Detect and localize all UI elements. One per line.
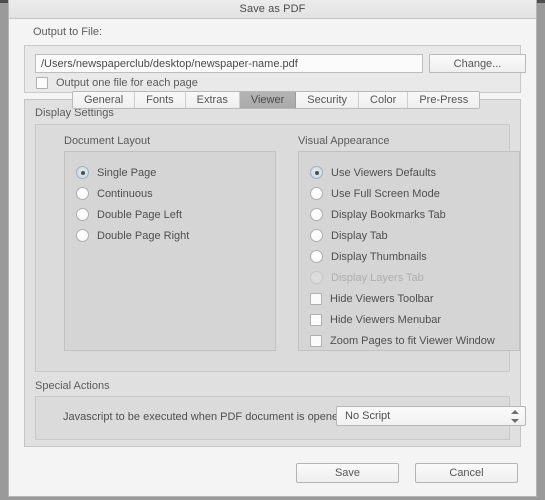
radio-continuous[interactable] [76,187,89,200]
radio-label-double-page-right: Double Page Right [97,229,190,242]
checkbox-label-zoom-pages-to-fit: Zoom Pages to fit Viewer Window [330,334,495,347]
output-section: Output to File: Change... Output one fil… [9,20,536,93]
javascript-on-open-value: No Script [345,410,391,422]
checkbox-row-hide-viewers-menubar[interactable]: Hide Viewers Menubar [310,309,495,330]
save-as-pdf-window: Save as PDF Output to File: Change... Ou… [0,0,545,500]
document-layout-group: Single Page Continuous Double Page Left [64,151,276,351]
radio-row-continuous[interactable]: Continuous [76,183,189,204]
special-actions-box: Javascript to be executed when PDF docum… [35,396,526,440]
tab-extras[interactable]: Extras [185,92,240,108]
window-title: Save as PDF [239,3,306,15]
save-button[interactable]: Save [296,463,399,483]
radio-row-display-tab[interactable]: Display Tab [310,225,495,246]
cancel-button[interactable]: Cancel [415,463,518,483]
radio-row-double-page-left[interactable]: Double Page Left [76,204,189,225]
checkbox-label-hide-viewers-toolbar: Hide Viewers Toolbar [330,292,434,305]
document-layout-options: Single Page Continuous Double Page Left [76,162,189,246]
chevron-up-icon [510,410,519,414]
radio-row-single-page[interactable]: Single Page [76,162,189,183]
output-file-box: Change... Output one file for each page [24,45,526,93]
one-file-per-page-checkbox[interactable] [36,77,48,89]
dialog-footer: Save Cancel [9,452,536,496]
checkbox-hide-viewers-toolbar[interactable] [310,292,322,305]
viewer-tab-panel: Display Settings Document Layout Single … [24,99,526,447]
radio-row-use-full-screen-mode[interactable]: Use Full Screen Mode [310,183,495,204]
stepper-arrows-icon[interactable] [510,410,519,423]
tab-fonts[interactable]: Fonts [135,92,186,108]
radio-row-display-layers-tab: Display Layers Tab [310,267,495,288]
visual-appearance-options: Use Viewers Defaults Use Full Screen Mod… [310,162,495,351]
chevron-down-icon [510,419,519,423]
checkbox-row-zoom-pages-to-fit[interactable]: Zoom Pages to fit Viewer Window [310,330,495,351]
radio-label-display-layers-tab: Display Layers Tab [331,271,424,284]
radio-display-bookmarks-tab[interactable] [310,208,323,221]
document-layout-title: Document Layout [64,135,151,147]
window-inner: Save as PDF Output to File: Change... Ou… [8,0,537,497]
radio-row-use-viewers-defaults[interactable]: Use Viewers Defaults [310,162,495,183]
tab-bar[interactable]: General Fonts Extras Viewer Security Col… [72,91,481,109]
radio-row-display-thumbnails[interactable]: Display Thumbnails [310,246,495,267]
radio-single-page[interactable] [76,166,89,179]
one-file-per-page-label: Output one file for each page [56,77,198,89]
checkbox-label-hide-viewers-menubar: Hide Viewers Menubar [330,313,442,326]
output-to-file-label: Output to File: [33,26,103,38]
tab-security[interactable]: Security [296,92,360,108]
radio-label-display-tab: Display Tab [331,229,388,242]
checkbox-hide-viewers-menubar[interactable] [310,313,322,326]
radio-use-full-screen-mode[interactable] [310,187,323,200]
output-path-input[interactable] [35,54,423,73]
radio-label-double-page-left: Double Page Left [97,208,183,221]
checkbox-zoom-pages-to-fit[interactable] [310,334,322,347]
javascript-on-open-select[interactable]: No Script [336,406,526,426]
visual-appearance-group: Use Viewers Defaults Use Full Screen Mod… [298,151,520,351]
checkbox-row-hide-viewers-toolbar[interactable]: Hide Viewers Toolbar [310,288,495,309]
tab-color[interactable]: Color [359,92,409,108]
tab-pre-press[interactable]: Pre-Press [408,92,480,108]
radio-use-viewers-defaults[interactable] [310,166,323,179]
radio-row-double-page-right[interactable]: Double Page Right [76,225,189,246]
radio-label-display-thumbnails: Display Thumbnails [331,250,427,263]
change-button[interactable]: Change... [429,54,526,73]
radio-display-tab[interactable] [310,229,323,242]
display-settings-box: Document Layout Single Page Continuous D… [35,124,520,372]
radio-display-thumbnails[interactable] [310,250,323,263]
tab-general[interactable]: General [73,92,136,108]
radio-label-use-viewers-defaults: Use Viewers Defaults [331,166,436,179]
javascript-on-open-label: Javascript to be executed when PDF docum… [63,411,348,423]
special-actions-label: Special Actions [35,380,110,392]
visual-appearance-title: Visual Appearance [298,135,390,147]
radio-display-layers-tab [310,271,323,284]
output-one-file-per-page-row[interactable]: Output one file for each page [36,77,198,89]
radio-double-page-right[interactable] [76,229,89,242]
radio-row-display-bookmarks-tab[interactable]: Display Bookmarks Tab [310,204,495,225]
radio-label-display-bookmarks-tab: Display Bookmarks Tab [331,208,446,221]
radio-label-use-full-screen-mode: Use Full Screen Mode [331,187,440,200]
radio-double-page-left[interactable] [76,208,89,221]
title-bar: Save as PDF [9,0,536,19]
radio-label-continuous: Continuous [97,187,153,200]
radio-label-single-page: Single Page [97,166,157,179]
tab-viewer[interactable]: Viewer [239,92,297,108]
